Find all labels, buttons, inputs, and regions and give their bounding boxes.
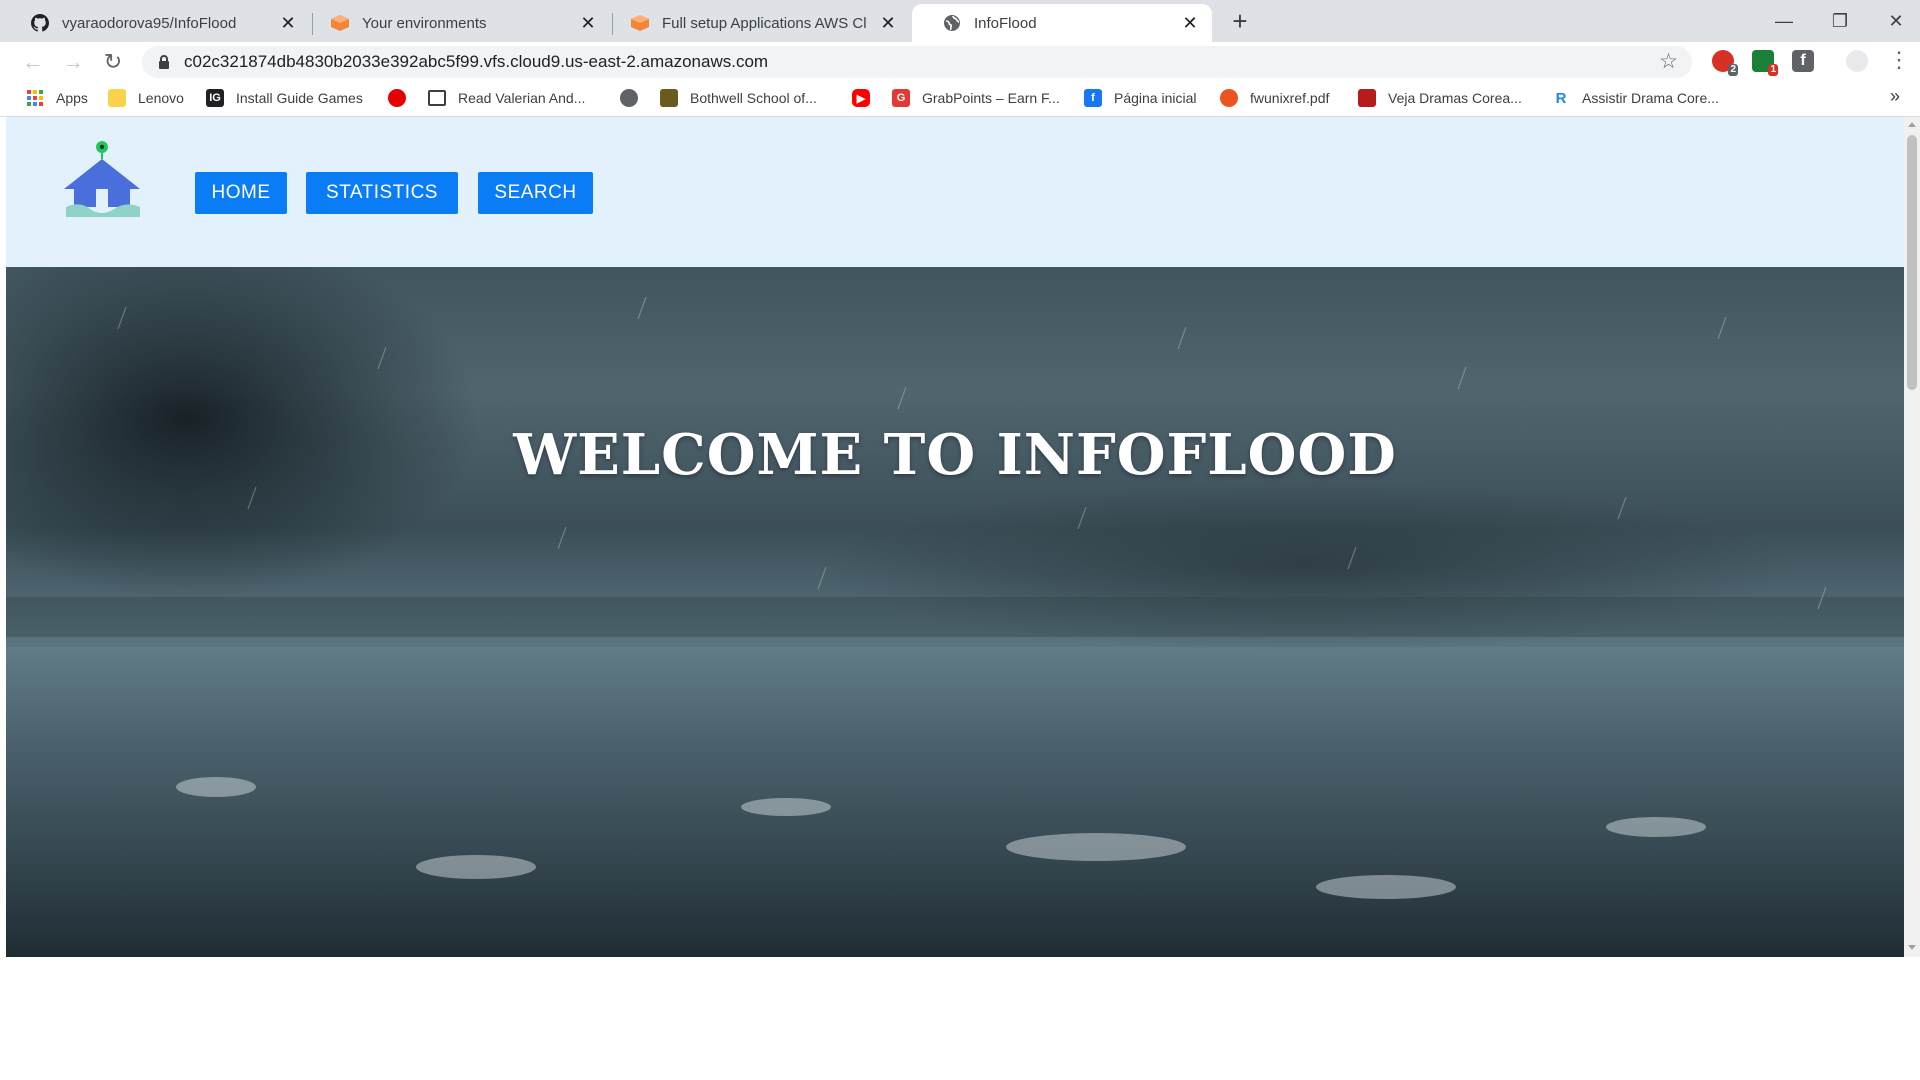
drama-icon	[1358, 89, 1376, 107]
bookmark-label: Veja Dramas Corea...	[1388, 90, 1522, 106]
bookmark-bothwell[interactable]: Bothwell School of...	[660, 88, 817, 108]
address-bar[interactable]: c02c321874db4830b2033e392abc5f99.vfs.clo…	[142, 46, 1692, 78]
bookmark-assistir-drama[interactable]: R Assistir Drama Core...	[1552, 88, 1719, 108]
tab-infoflood[interactable]: InfoFlood ✕	[912, 4, 1212, 42]
bookmark-label: Read Valerian And...	[458, 90, 586, 106]
bookmark-star-icon[interactable]: ☆	[1659, 49, 1678, 74]
browser-toolbar: ← → ↻ c02c321874db4830b2033e392abc5f99.v…	[0, 42, 1920, 80]
site-header: HOME STATISTICS SEARCH	[6, 117, 1904, 267]
profile-icon[interactable]	[1846, 50, 1868, 72]
bookmark-label: Apps	[56, 90, 88, 106]
bookmark-label: GrabPoints – Earn F...	[922, 90, 1060, 106]
bookmark-label: Lenovo	[138, 90, 184, 106]
close-icon[interactable]: ✕	[1180, 13, 1200, 33]
bookmark-read-valerian[interactable]: Read Valerian And...	[428, 88, 585, 108]
bookmark-label: Página inicial	[1114, 90, 1197, 106]
page-scrollbar[interactable]	[1904, 117, 1920, 957]
bookmark-veja-dramas[interactable]: Veja Dramas Corea...	[1358, 88, 1522, 108]
ubuntu-icon	[1220, 89, 1238, 107]
aws-cloud9-icon	[630, 13, 650, 33]
tab-github[interactable]: vyaraodorova95/InfoFlood ✕	[0, 4, 310, 42]
url-text[interactable]: c02c321874db4830b2033e392abc5f99.vfs.clo…	[184, 52, 768, 72]
bookmark-globe[interactable]	[620, 88, 650, 108]
page-viewport: HOME STATISTICS SEARCH WELCOME TO INFOFL…	[6, 117, 1904, 957]
bookmark-pagina-inicial[interactable]: f Página inicial	[1084, 88, 1197, 108]
rain-background-image	[6, 296, 1904, 957]
facebook-icon: f	[1084, 89, 1102, 107]
nav-search-button[interactable]: SEARCH	[478, 172, 593, 214]
nav-home-button[interactable]: HOME	[195, 172, 287, 214]
tab-title: vyaraodorova95/InfoFlood	[62, 14, 237, 32]
house-location-logo-icon[interactable]	[60, 137, 144, 221]
bookmark-label: Bothwell School of...	[690, 90, 817, 106]
bookmark-apps[interactable]: Apps	[26, 88, 88, 108]
hero-title: WELCOME TO INFOFLOOD	[513, 422, 1397, 488]
extension-badge: 1	[1768, 64, 1778, 76]
back-arrow-icon[interactable]: ←	[18, 47, 48, 77]
tab-strip: vyaraodorova95/InfoFlood ✕ Your environm…	[0, 0, 1920, 42]
bookmark-fwunixref[interactable]: fwunixref.pdf	[1220, 88, 1329, 108]
youtube-icon: ▶	[852, 89, 870, 107]
extension-badge: 2	[1728, 64, 1738, 76]
bookmark-grabpoints[interactable]: G GrabPoints – Earn F...	[892, 88, 1060, 108]
nav-statistics-button[interactable]: STATISTICS	[306, 172, 458, 214]
grabpoints-icon: G	[892, 89, 910, 107]
bookmark-vodafone[interactable]	[388, 88, 418, 108]
apps-grid-icon	[26, 89, 44, 107]
maximize-button[interactable]: ❐	[1820, 8, 1860, 34]
book-icon	[428, 90, 446, 106]
bookmark-lenovo[interactable]: Lenovo	[108, 88, 184, 108]
github-icon	[30, 13, 50, 33]
red-extension-icon[interactable]: 2	[1712, 50, 1738, 76]
r-letter-icon: R	[1555, 89, 1567, 107]
tab-full-setup[interactable]: Full setup Applications AWS Cl ✕	[600, 4, 910, 42]
globe-icon	[620, 89, 638, 107]
forward-arrow-icon[interactable]: →	[58, 47, 88, 77]
bookmark-label: Assistir Drama Core...	[1582, 90, 1719, 106]
vodafone-icon	[388, 89, 406, 107]
scroll-down-arrow-icon[interactable]	[1908, 945, 1916, 950]
scroll-thumb[interactable]	[1907, 135, 1917, 390]
close-icon[interactable]: ✕	[878, 13, 898, 33]
reload-icon[interactable]: ↻	[98, 47, 128, 77]
new-tab-button[interactable]: +	[1228, 8, 1252, 34]
close-window-button[interactable]: ✕	[1876, 8, 1916, 34]
minimize-button[interactable]: —	[1764, 8, 1804, 34]
hero-banner: WELCOME TO INFOFLOOD	[6, 267, 1904, 957]
bookmark-install-guide[interactable]: IG Install Guide Games	[206, 88, 363, 108]
globe-icon	[942, 13, 962, 33]
aws-cloud9-icon	[330, 13, 350, 33]
tab-title: Your environments	[362, 14, 487, 32]
lock-icon	[159, 55, 169, 69]
bookmark-label: fwunixref.pdf	[1250, 90, 1330, 106]
bookmark-label: Install Guide Games	[236, 90, 363, 106]
tab-title: Full setup Applications AWS Cl	[662, 14, 867, 32]
close-icon[interactable]: ✕	[578, 13, 598, 33]
tab-environments[interactable]: Your environments ✕	[300, 4, 610, 42]
folder-icon	[108, 89, 126, 107]
bookmarks-bar: Apps Lenovo IG Install Guide Games Read …	[0, 80, 1920, 117]
scroll-up-arrow-icon[interactable]	[1908, 122, 1916, 127]
bookmarks-overflow-button[interactable]: »	[1890, 86, 1900, 107]
tab-title: InfoFlood	[974, 14, 1037, 32]
menu-dots-icon[interactable]: ⋮	[1888, 48, 1910, 72]
install-guide-icon: IG	[206, 89, 224, 107]
close-icon[interactable]: ✕	[278, 13, 298, 33]
school-crest-icon	[660, 89, 678, 107]
green-extension-icon[interactable]: 1	[1752, 50, 1778, 76]
bookmark-youtube[interactable]: ▶	[852, 88, 882, 108]
facebook-extension-icon[interactable]: f	[1792, 50, 1814, 72]
